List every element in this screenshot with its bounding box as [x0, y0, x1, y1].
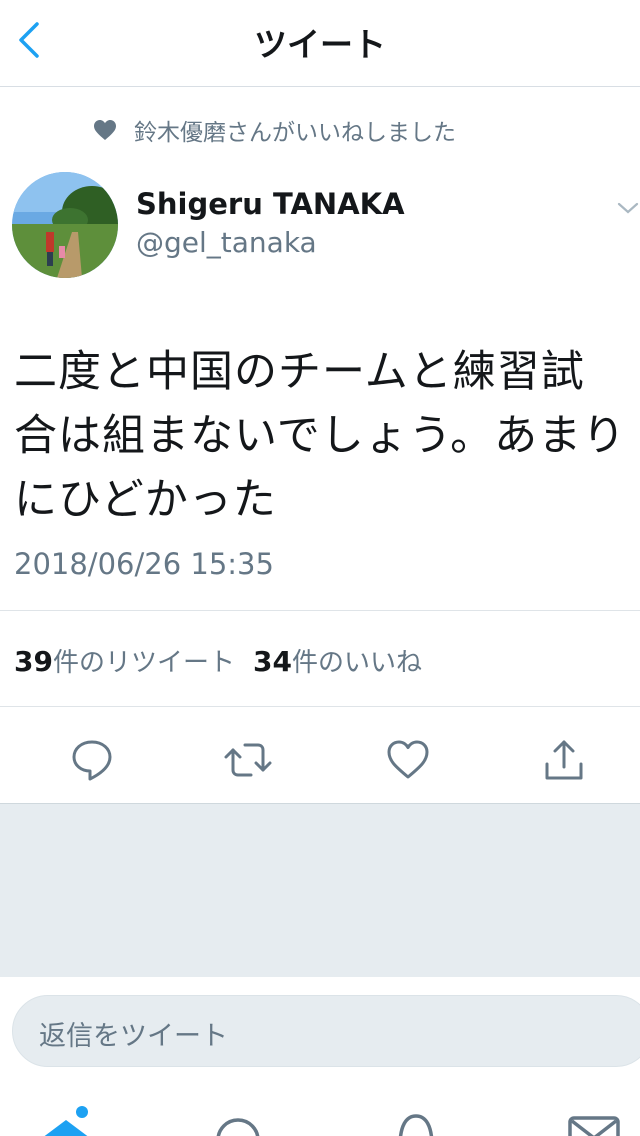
divider	[0, 610, 640, 611]
heart-icon	[92, 117, 118, 143]
social-context: 鈴木優磨さんがいいねしました	[92, 115, 456, 146]
tweet-actions	[0, 720, 640, 800]
retweet-button[interactable]	[222, 734, 274, 786]
retweet-icon	[224, 743, 272, 777]
divider	[0, 706, 640, 707]
tab-notifications[interactable]	[386, 1106, 446, 1136]
heart-outline-icon	[387, 740, 429, 779]
author-handle[interactable]: @gel_tanaka	[136, 226, 317, 259]
retweet-label[interactable]: 件のリツイート	[53, 642, 235, 679]
avatar[interactable]	[12, 172, 118, 278]
reply-placeholder: 返信をツイート	[39, 1021, 228, 1052]
share-button[interactable]	[538, 734, 590, 786]
search-icon	[216, 1118, 260, 1136]
share-icon	[545, 740, 583, 780]
tab-bar	[0, 1096, 640, 1136]
tweet-timestamp: 2018/06/26 15:35	[14, 547, 274, 581]
bell-icon	[398, 1114, 434, 1136]
like-count[interactable]: 34	[253, 645, 292, 678]
tab-messages[interactable]	[566, 1106, 626, 1136]
liked-by-text: 鈴木優磨さんがいいねしました	[134, 120, 456, 146]
more-options-button[interactable]	[616, 196, 640, 220]
page-title: ツイート	[254, 25, 386, 64]
reply-button[interactable]	[66, 734, 118, 786]
tweet-stats: 39 件のリツイート 34 件のいいね	[14, 642, 422, 679]
author-name[interactable]: Shigeru TANAKA	[136, 187, 405, 221]
navigation-bar: ツイート	[0, 0, 640, 87]
chevron-down-icon	[617, 202, 639, 214]
like-button[interactable]	[382, 734, 434, 786]
reply-bubble-icon	[72, 740, 112, 781]
reply-input[interactable]: 返信をツイート	[12, 995, 640, 1067]
mail-icon	[568, 1116, 620, 1136]
tab-home[interactable]	[38, 1106, 98, 1136]
like-label[interactable]: 件のいいね	[292, 642, 422, 679]
home-icon	[44, 1106, 88, 1136]
replies-area	[0, 803, 640, 978]
tweet-text: 二度と中国のチームと練習試合は組まないでしょう。あまりにひどかった	[14, 347, 627, 525]
tab-search[interactable]	[206, 1106, 266, 1136]
retweet-count[interactable]: 39	[14, 645, 53, 678]
